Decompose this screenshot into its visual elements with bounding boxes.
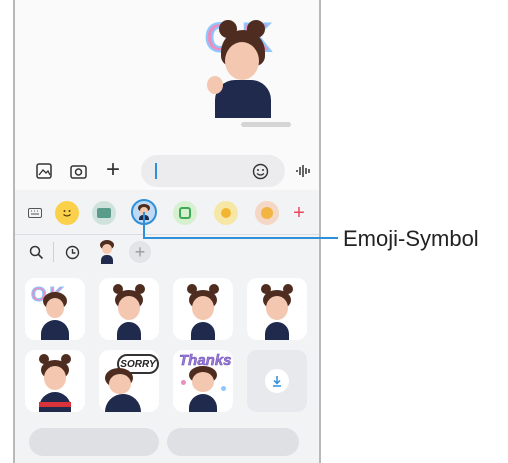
voice-waveform-icon[interactable]: [295, 162, 313, 180]
edit-avatar-button[interactable]: [167, 428, 299, 456]
sticker-tab-icon[interactable]: [173, 201, 197, 225]
sticker-ok-tile[interactable]: OK: [25, 278, 85, 340]
ok-sticker-message[interactable]: OK: [193, 14, 289, 118]
smiley-icon[interactable]: [251, 162, 269, 180]
download-more-tile[interactable]: [247, 350, 307, 412]
text-cursor: [155, 163, 157, 179]
callout-label: Emoji-Symbol: [343, 226, 479, 251]
chat-area: OK +: [15, 0, 319, 190]
make-stickers-button[interactable]: [29, 428, 159, 456]
bitmoji-tab-icon[interactable]: [255, 201, 279, 225]
emoji-tab-icon[interactable]: [55, 201, 79, 225]
animated-emoji-tab-icon[interactable]: [214, 201, 238, 225]
search-icon[interactable]: [27, 243, 45, 261]
avatar-tab-icon[interactable]: [99, 240, 115, 264]
recent-clock-icon[interactable]: [63, 243, 81, 261]
camera-icon[interactable]: [69, 162, 87, 180]
sticker-wink-tile[interactable]: [99, 278, 159, 340]
keyboard-icon[interactable]: [27, 205, 43, 221]
add-avatar-plus-icon[interactable]: +: [129, 241, 151, 263]
sticker-thanks-tile[interactable]: Thanks: [173, 350, 233, 412]
image-icon[interactable]: [35, 162, 53, 180]
message-input[interactable]: [141, 155, 285, 187]
sticker-smile-tile[interactable]: [247, 278, 307, 340]
sticker-panel: + + OK: [15, 190, 319, 463]
add-tab-plus-icon[interactable]: +: [289, 201, 309, 225]
sticker-wave-tile[interactable]: [25, 350, 85, 412]
search-divider: [53, 242, 54, 262]
divider: [15, 234, 319, 235]
gif-tab-icon[interactable]: [92, 201, 116, 225]
phone-frame: OK +: [13, 0, 321, 463]
sticker-sorry-tile[interactable]: SORRY: [99, 350, 159, 412]
sorry-text: SORRY: [120, 358, 156, 370]
message-timestamp: [241, 122, 291, 127]
plus-icon[interactable]: +: [103, 156, 123, 183]
ar-emoji-tab-icon[interactable]: [131, 199, 157, 225]
download-icon[interactable]: [265, 369, 289, 393]
sticker-surprised-tile[interactable]: [173, 278, 233, 340]
